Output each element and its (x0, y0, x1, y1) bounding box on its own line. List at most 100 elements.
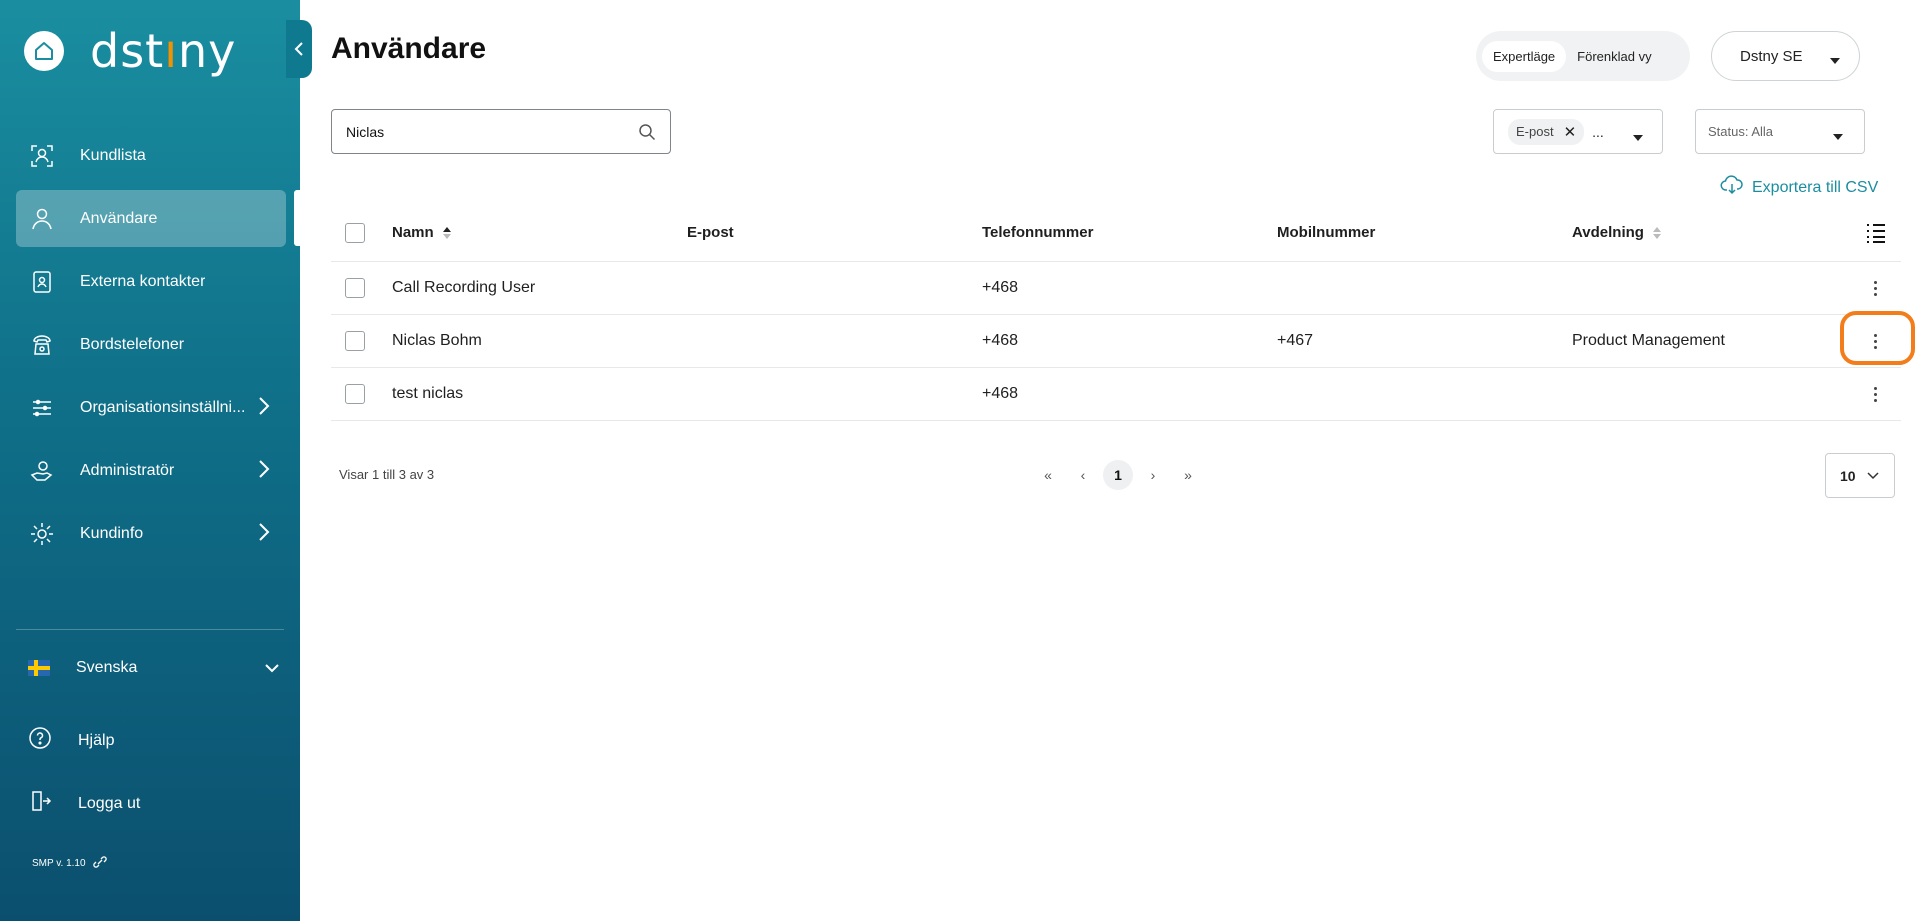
customer-list-icon (28, 142, 56, 170)
sidebar-item-label: Kundinfo (80, 524, 144, 542)
last-page-icon[interactable]: » (1173, 460, 1203, 490)
table-row[interactable]: Call Recording User +468 (331, 262, 1901, 315)
sidebar: dstıny Kundlista Användare Externa konta… (0, 0, 300, 921)
row-actions-menu-icon[interactable] (1865, 368, 1885, 420)
row-checkbox[interactable] (345, 331, 365, 351)
search-icon[interactable] (638, 123, 656, 144)
field-filter-select[interactable]: E-post ✕ ... (1493, 109, 1663, 154)
first-page-icon[interactable]: « (1033, 460, 1063, 490)
remove-chip-icon[interactable]: ✕ (1564, 123, 1577, 141)
sidebar-item-label: Organisationsinställni... (80, 398, 246, 416)
column-header-name[interactable]: Namn (392, 204, 452, 261)
search-input[interactable] (346, 123, 626, 140)
mode-expert-option[interactable]: Expertläge (1482, 40, 1567, 72)
sidebar-nav: Kundlista Användare Externa kontakter Bo… (16, 127, 286, 568)
sidebar-item-administrator[interactable]: Administratör (16, 442, 286, 499)
sidebar-item-organisationsinstallningar[interactable]: Organisationsinställni... (16, 379, 286, 436)
sidebar-item-externa-kontakter[interactable]: Externa kontakter (16, 253, 286, 310)
sidebar-item-label: Kundlista (80, 146, 146, 164)
cell-name: test niclas (392, 385, 464, 402)
select-all-checkbox[interactable] (345, 222, 365, 243)
cell-mobile: +467 (1277, 332, 1314, 349)
search-field[interactable] (331, 109, 671, 154)
cloud-download-icon (1720, 175, 1744, 200)
column-settings-icon[interactable] (1865, 204, 1887, 261)
tenant-value: Dstny SE (1740, 47, 1803, 65)
active-indicator (294, 190, 300, 246)
status-filter-value: Status: Alla (1708, 124, 1774, 139)
language-label: Svenska (76, 659, 138, 676)
sidebar-item-label: Bordstelefoner (80, 335, 185, 353)
link-icon (92, 856, 108, 871)
help-label: Hjälp (78, 731, 115, 749)
tenant-select[interactable]: Dstny SE (1711, 31, 1860, 81)
sidebar-item-label: Administratör (80, 461, 175, 479)
next-page-icon[interactable]: › (1138, 460, 1168, 490)
sort-asc-icon[interactable] (442, 226, 452, 240)
filter-chip-label: E-post (1516, 124, 1554, 139)
export-label: Exportera till CSV (1752, 178, 1879, 196)
sidebar-item-label: Externa kontakter (80, 272, 206, 290)
row-checkbox[interactable] (345, 278, 365, 298)
status-filter-select[interactable]: Status: Alla (1695, 109, 1865, 154)
view-mode-toggle[interactable]: Expertläge Förenklad vy (1476, 31, 1690, 81)
cell-phone: +468 (982, 385, 1019, 402)
sidebar-item-anvandare[interactable]: Användare (16, 190, 286, 247)
export-csv-link[interactable]: Exportera till CSV (1720, 175, 1878, 200)
filter-more: ... (1592, 123, 1604, 140)
sidebar-item-kundinfo[interactable]: Kundinfo (16, 505, 286, 562)
sort-icon[interactable] (1652, 226, 1662, 240)
page-size-select[interactable]: 10 (1825, 453, 1895, 498)
page-number[interactable]: 1 (1103, 460, 1133, 490)
prev-page-icon[interactable]: ‹ (1068, 460, 1098, 490)
logout-icon (28, 789, 52, 818)
table-row[interactable]: Niclas Bohm +468 +467 Product Management (331, 315, 1901, 368)
cell-phone: +468 (982, 279, 1019, 296)
row-actions-menu-icon[interactable] (1865, 262, 1885, 314)
help-link[interactable]: Hjälp (28, 726, 114, 755)
help-icon (28, 726, 52, 755)
language-selector[interactable]: Svenska (28, 659, 280, 677)
gear-icon (28, 520, 56, 548)
cell-phone: +468 (982, 332, 1019, 349)
sidebar-item-bordstelefoner[interactable]: Bordstelefoner (16, 316, 286, 373)
cell-name: Call Recording User (392, 279, 536, 296)
results-count: Visar 1 till 3 av 3 (339, 467, 435, 482)
logout-label: Logga ut (78, 794, 141, 812)
mode-simple-option[interactable]: Förenklad vy (1566, 41, 1662, 72)
chevron-right-icon (258, 521, 270, 548)
table-header: Namn E-post Telefonnummer Mobilnummer Av… (331, 204, 1901, 262)
column-header-phone: Telefonnummer (982, 224, 1094, 241)
users-table: Namn E-post Telefonnummer Mobilnummer Av… (331, 204, 1901, 421)
row-checkbox[interactable] (345, 384, 365, 404)
caret-down-icon (1829, 52, 1841, 69)
pagination: « ‹ 1 › » (1033, 460, 1208, 490)
version-text: SMP v. 1.10 (32, 856, 108, 871)
logo-text: dstıny (90, 24, 237, 78)
cell-name: Niclas Bohm (392, 332, 482, 349)
column-header-email: E-post (687, 224, 734, 241)
sidebar-divider (16, 629, 284, 630)
logout-button[interactable]: Logga ut (28, 789, 140, 818)
contact-book-icon (28, 268, 56, 296)
table-row[interactable]: test niclas +468 (331, 368, 1901, 421)
logo[interactable]: dstıny (24, 28, 236, 74)
chevron-down-icon (264, 661, 280, 679)
chevron-right-icon (258, 395, 270, 422)
sidebar-item-kundlista[interactable]: Kundlista (16, 127, 286, 184)
collapse-sidebar-button[interactable] (286, 20, 312, 78)
highlight-annotation (1840, 311, 1915, 365)
filter-chip: E-post ✕ (1508, 118, 1585, 145)
desk-phone-icon (28, 331, 56, 359)
column-header-mobile: Mobilnummer (1277, 224, 1376, 241)
swedish-flag-icon (28, 660, 50, 676)
chevron-left-icon (294, 42, 303, 56)
page-size-value: 10 (1840, 467, 1856, 484)
home-icon[interactable] (24, 31, 64, 71)
column-header-department[interactable]: Avdelning (1572, 204, 1662, 261)
sidebar-item-label: Användare (80, 209, 158, 227)
chevron-right-icon (258, 458, 270, 485)
caret-down-icon (1832, 129, 1844, 144)
page-title: Användare (331, 32, 487, 65)
sliders-icon (28, 394, 56, 422)
